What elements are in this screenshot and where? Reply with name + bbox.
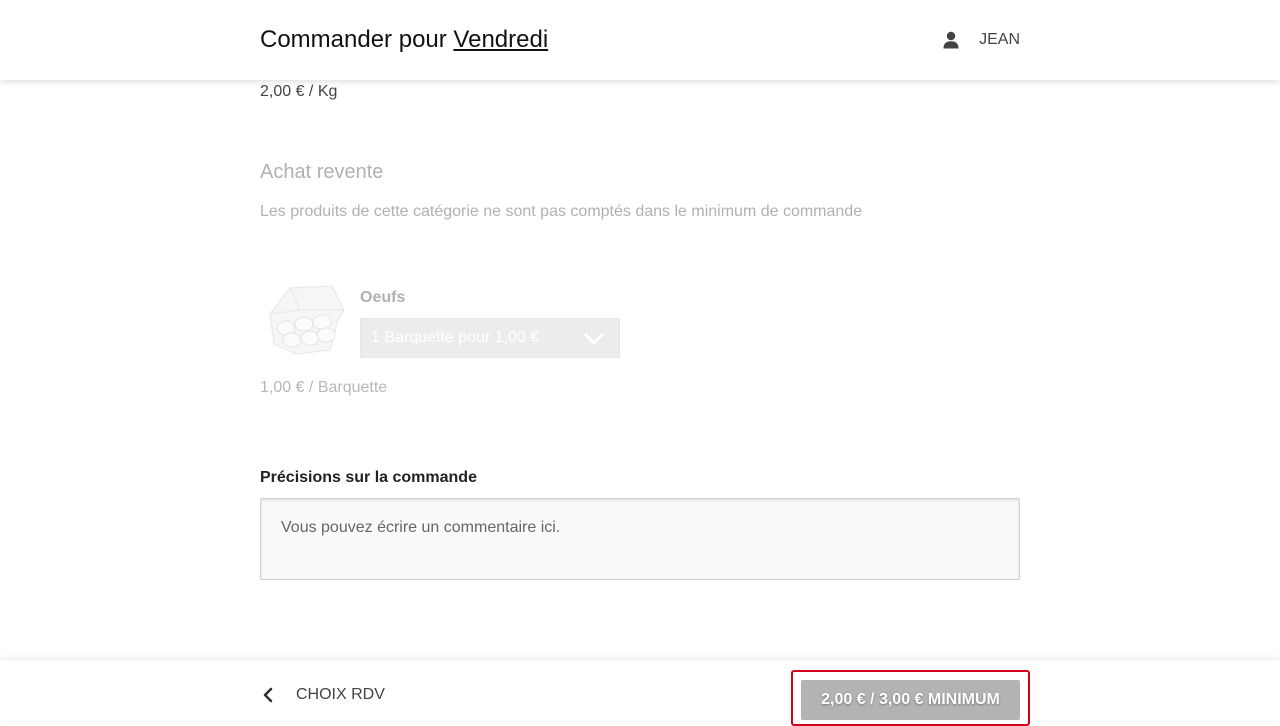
user-icon: [943, 31, 959, 49]
submit-highlight-frame: 2,00 € / 3,00 € MINIMUM: [791, 670, 1030, 726]
page-title-prefix: Commander pour: [260, 26, 454, 53]
footer-bar: CHOIX RDV 2,00 € / 3,00 € MINIMUM: [0, 660, 1280, 726]
category-title: Achat revente: [260, 161, 384, 183]
back-button-label: CHOIX RDV: [296, 686, 385, 703]
category-description: Les produits de cette catégorie ne sont …: [260, 203, 863, 220]
product-unit-price: 1,00 € / Barquette: [260, 379, 388, 396]
order-notes-label: Précisions sur la commande: [260, 469, 477, 486]
chevron-left-icon: [263, 687, 273, 703]
product-quantity-selected: 1 Barquette pour 1,00 €: [371, 329, 540, 346]
delivery-day-link[interactable]: Vendredi: [453, 26, 548, 53]
submit-order-button[interactable]: 2,00 € / 3,00 € MINIMUM: [801, 680, 1020, 720]
user-name: JEAN: [979, 31, 1020, 48]
product-quantity-select[interactable]: 1 Barquette pour 1,00 €: [360, 318, 620, 358]
egg-carton-image: [269, 285, 345, 355]
back-button[interactable]: CHOIX RDV: [260, 686, 385, 704]
page-title: Commander pour Vendredi: [260, 26, 548, 54]
order-notes-field[interactable]: [260, 498, 1020, 580]
previous-product-unit-price: 2,00 € / Kg: [260, 83, 338, 100]
product-name: Oeufs: [360, 289, 406, 306]
user-menu[interactable]: JEAN: [943, 28, 1020, 52]
header-bar: Commander pour Vendredi JEAN: [0, 0, 1280, 80]
chevron-down-icon: [584, 333, 604, 345]
